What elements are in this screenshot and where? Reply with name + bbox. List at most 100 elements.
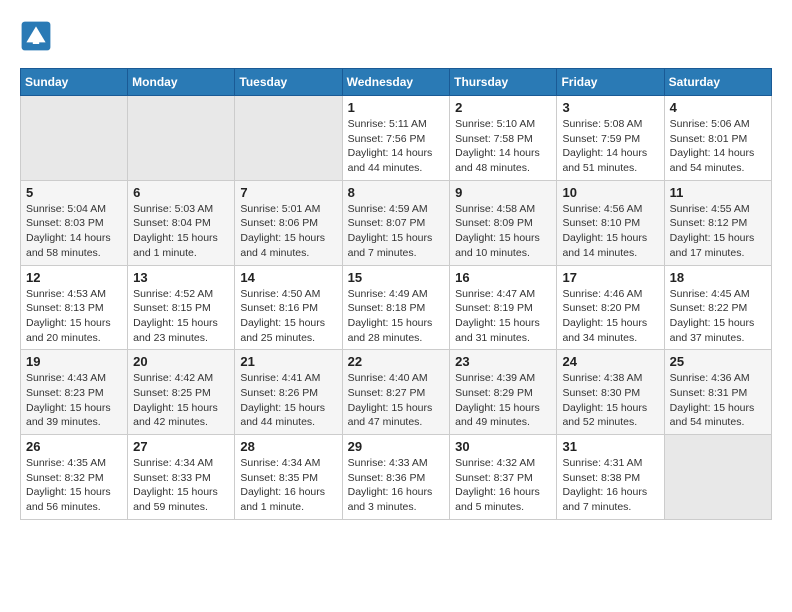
- day-number: 7: [240, 185, 336, 200]
- header-cell-wednesday: Wednesday: [342, 69, 450, 96]
- day-number: 23: [455, 354, 551, 369]
- day-cell: 25 Sunrise: 4:36 AMSunset: 8:31 PMDayligh…: [664, 350, 771, 435]
- header-row: SundayMondayTuesdayWednesdayThursdayFrid…: [21, 69, 772, 96]
- day-cell: 22 Sunrise: 4:40 AMSunset: 8:27 PMDayligh…: [342, 350, 450, 435]
- day-cell: 24 Sunrise: 4:38 AMSunset: 8:30 PMDayligh…: [557, 350, 664, 435]
- day-info: Sunrise: 4:35 AMSunset: 8:32 PMDaylight:…: [26, 456, 122, 515]
- day-cell: 23 Sunrise: 4:39 AMSunset: 8:29 PMDayligh…: [450, 350, 557, 435]
- day-number: 20: [133, 354, 229, 369]
- day-cell: 19 Sunrise: 4:43 AMSunset: 8:23 PMDayligh…: [21, 350, 128, 435]
- day-number: 30: [455, 439, 551, 454]
- day-number: 14: [240, 270, 336, 285]
- day-info: Sunrise: 4:34 AMSunset: 8:35 PMDaylight:…: [240, 456, 336, 515]
- day-info: Sunrise: 5:03 AMSunset: 8:04 PMDaylight:…: [133, 202, 229, 261]
- day-cell: 11Sunrise: 4:55 AMSunset: 8:12 PMDayligh…: [664, 180, 771, 265]
- day-info: Sunrise: 5:11 AMSunset: 7:56 PMDaylight:…: [348, 117, 445, 176]
- day-cell: 12 Sunrise: 4:53 AMSunset: 8:13 PMDayligh…: [21, 265, 128, 350]
- day-number: 10: [562, 185, 658, 200]
- day-cell: 18 Sunrise: 4:45 AMSunset: 8:22 PMDayligh…: [664, 265, 771, 350]
- day-number: 4: [670, 100, 766, 115]
- day-number: 22: [348, 354, 445, 369]
- day-number: 11: [670, 185, 766, 200]
- day-cell: 14 Sunrise: 4:50 AMSunset: 8:16 PMDayligh…: [235, 265, 342, 350]
- day-cell: [664, 435, 771, 520]
- day-number: 2: [455, 100, 551, 115]
- day-cell: 15 Sunrise: 4:49 AMSunset: 8:18 PMDayligh…: [342, 265, 450, 350]
- day-info: Sunrise: 4:43 AMSunset: 8:23 PMDaylight:…: [26, 371, 122, 430]
- day-number: 21: [240, 354, 336, 369]
- week-row-5: 26Sunrise: 4:35 AMSunset: 8:32 PMDayligh…: [21, 435, 772, 520]
- day-info: Sunrise: 4:58 AMSunset: 8:09 PMDaylight:…: [455, 202, 551, 261]
- logo: [20, 20, 56, 52]
- day-info: Sunrise: 4:49 AMSunset: 8:18 PMDaylight:…: [348, 287, 445, 346]
- day-info: Sunrise: 4:45 AMSunset: 8:22 PMDaylight:…: [670, 287, 766, 346]
- day-info: Sunrise: 5:08 AMSunset: 7:59 PMDaylight:…: [562, 117, 658, 176]
- calendar-header: SundayMondayTuesdayWednesdayThursdayFrid…: [21, 69, 772, 96]
- day-info: Sunrise: 4:50 AMSunset: 8:16 PMDaylight:…: [240, 287, 336, 346]
- day-number: 12: [26, 270, 122, 285]
- day-number: 25: [670, 354, 766, 369]
- day-info: Sunrise: 4:40 AMSunset: 8:27 PMDaylight:…: [348, 371, 445, 430]
- day-info: Sunrise: 4:39 AMSunset: 8:29 PMDaylight:…: [455, 371, 551, 430]
- day-number: 17: [562, 270, 658, 285]
- logo-icon: [20, 20, 52, 52]
- day-cell: 31 Sunrise: 4:31 AMSunset: 8:38 PMDayligh…: [557, 435, 664, 520]
- day-cell: 1Sunrise: 5:11 AMSunset: 7:56 PMDaylight…: [342, 96, 450, 181]
- week-row-1: 1Sunrise: 5:11 AMSunset: 7:56 PMDaylight…: [21, 96, 772, 181]
- day-cell: 26Sunrise: 4:35 AMSunset: 8:32 PMDayligh…: [21, 435, 128, 520]
- week-row-3: 12 Sunrise: 4:53 AMSunset: 8:13 PMDayligh…: [21, 265, 772, 350]
- day-info: Sunrise: 4:53 AMSunset: 8:13 PMDaylight:…: [26, 287, 122, 346]
- header-cell-monday: Monday: [128, 69, 235, 96]
- day-cell: 30Sunrise: 4:32 AMSunset: 8:37 PMDayligh…: [450, 435, 557, 520]
- day-number: 24: [562, 354, 658, 369]
- day-number: 6: [133, 185, 229, 200]
- day-cell: 7 Sunrise: 5:01 AMSunset: 8:06 PMDaylight…: [235, 180, 342, 265]
- page-header: [20, 20, 772, 52]
- day-info: Sunrise: 4:31 AMSunset: 8:38 PMDaylight:…: [562, 456, 658, 515]
- day-cell: 2 Sunrise: 5:10 AMSunset: 7:58 PMDaylight…: [450, 96, 557, 181]
- day-info: Sunrise: 4:42 AMSunset: 8:25 PMDaylight:…: [133, 371, 229, 430]
- day-number: 13: [133, 270, 229, 285]
- day-info: Sunrise: 4:33 AMSunset: 8:36 PMDaylight:…: [348, 456, 445, 515]
- day-number: 5: [26, 185, 122, 200]
- day-info: Sunrise: 5:04 AMSunset: 8:03 PMDaylight:…: [26, 202, 122, 261]
- day-cell: 17 Sunrise: 4:46 AMSunset: 8:20 PMDayligh…: [557, 265, 664, 350]
- day-info: Sunrise: 4:52 AMSunset: 8:15 PMDaylight:…: [133, 287, 229, 346]
- day-number: 16: [455, 270, 551, 285]
- week-row-4: 19 Sunrise: 4:43 AMSunset: 8:23 PMDayligh…: [21, 350, 772, 435]
- day-cell: 13 Sunrise: 4:52 AMSunset: 8:15 PMDayligh…: [128, 265, 235, 350]
- day-info: Sunrise: 5:06 AMSunset: 8:01 PMDaylight:…: [670, 117, 766, 176]
- day-cell: 10 Sunrise: 4:56 AMSunset: 8:10 PMDayligh…: [557, 180, 664, 265]
- day-info: Sunrise: 5:01 AMSunset: 8:06 PMDaylight:…: [240, 202, 336, 261]
- day-number: 3: [562, 100, 658, 115]
- day-number: 15: [348, 270, 445, 285]
- header-cell-sunday: Sunday: [21, 69, 128, 96]
- day-cell: 16 Sunrise: 4:47 AMSunset: 8:19 PMDayligh…: [450, 265, 557, 350]
- day-info: Sunrise: 4:38 AMSunset: 8:30 PMDaylight:…: [562, 371, 658, 430]
- day-cell: 29 Sunrise: 4:33 AMSunset: 8:36 PMDayligh…: [342, 435, 450, 520]
- day-info: Sunrise: 4:36 AMSunset: 8:31 PMDaylight:…: [670, 371, 766, 430]
- day-number: 31: [562, 439, 658, 454]
- day-number: 8: [348, 185, 445, 200]
- week-row-2: 5 Sunrise: 5:04 AMSunset: 8:03 PMDaylight…: [21, 180, 772, 265]
- header-cell-tuesday: Tuesday: [235, 69, 342, 96]
- day-info: Sunrise: 4:59 AMSunset: 8:07 PMDaylight:…: [348, 202, 445, 261]
- day-cell: 27Sunrise: 4:34 AMSunset: 8:33 PMDayligh…: [128, 435, 235, 520]
- day-cell: [128, 96, 235, 181]
- day-number: 29: [348, 439, 445, 454]
- day-info: Sunrise: 4:47 AMSunset: 8:19 PMDaylight:…: [455, 287, 551, 346]
- day-cell: 3 Sunrise: 5:08 AMSunset: 7:59 PMDaylight…: [557, 96, 664, 181]
- day-cell: 20 Sunrise: 4:42 AMSunset: 8:25 PMDayligh…: [128, 350, 235, 435]
- day-cell: 6 Sunrise: 5:03 AMSunset: 8:04 PMDaylight…: [128, 180, 235, 265]
- day-number: 9: [455, 185, 551, 200]
- day-number: 19: [26, 354, 122, 369]
- day-info: Sunrise: 5:10 AMSunset: 7:58 PMDaylight:…: [455, 117, 551, 176]
- day-number: 28: [240, 439, 336, 454]
- day-cell: 21 Sunrise: 4:41 AMSunset: 8:26 PMDayligh…: [235, 350, 342, 435]
- header-cell-thursday: Thursday: [450, 69, 557, 96]
- day-number: 18: [670, 270, 766, 285]
- header-cell-saturday: Saturday: [664, 69, 771, 96]
- day-info: Sunrise: 4:56 AMSunset: 8:10 PMDaylight:…: [562, 202, 658, 261]
- day-info: Sunrise: 4:46 AMSunset: 8:20 PMDaylight:…: [562, 287, 658, 346]
- day-info: Sunrise: 4:41 AMSunset: 8:26 PMDaylight:…: [240, 371, 336, 430]
